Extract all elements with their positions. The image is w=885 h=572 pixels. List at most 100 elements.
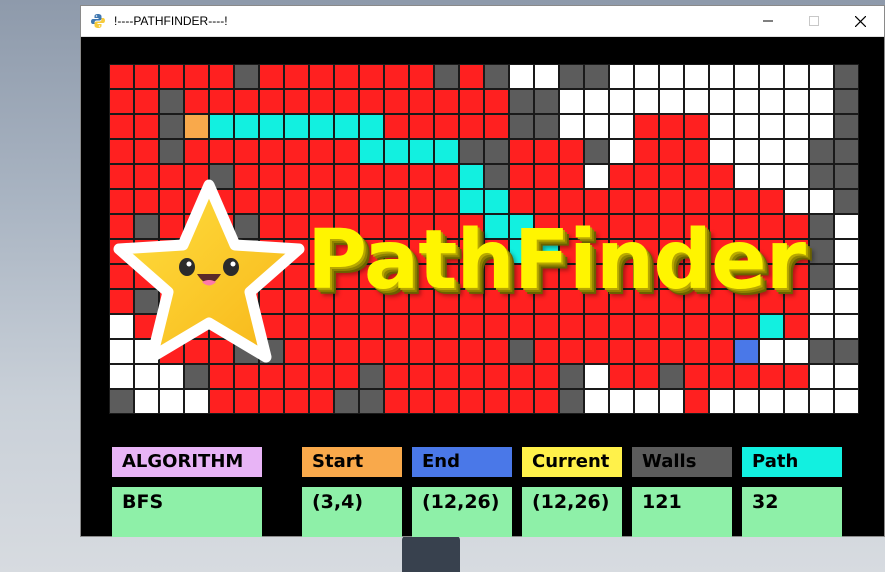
grid-cell-visited[interactable] xyxy=(359,164,384,189)
grid-cell-wall[interactable] xyxy=(459,139,484,164)
grid-cell-empty[interactable] xyxy=(834,264,859,289)
grid-cell-visited[interactable] xyxy=(659,139,684,164)
grid-cell-empty[interactable] xyxy=(559,114,584,139)
grid-cell-empty[interactable] xyxy=(609,89,634,114)
grid-cell-wall[interactable] xyxy=(484,139,509,164)
grid-cell-visited[interactable] xyxy=(209,364,234,389)
grid-cell-visited[interactable] xyxy=(709,314,734,339)
grid-cell-visited[interactable] xyxy=(559,339,584,364)
grid-cell-empty[interactable] xyxy=(784,89,809,114)
grid-cell-empty[interactable] xyxy=(734,64,759,89)
grid-cell-wall[interactable] xyxy=(834,189,859,214)
grid-cell-start[interactable] xyxy=(184,114,209,139)
grid-cell-visited[interactable] xyxy=(259,389,284,414)
grid-cell-empty[interactable] xyxy=(784,389,809,414)
grid-cell-path[interactable] xyxy=(209,114,234,139)
grid-cell-empty[interactable] xyxy=(759,389,784,414)
grid-cell-wall[interactable] xyxy=(509,339,534,364)
grid-cell-visited[interactable] xyxy=(284,64,309,89)
grid-cell-visited[interactable] xyxy=(509,389,534,414)
grid-cell-wall[interactable] xyxy=(559,389,584,414)
grid-cell-wall[interactable] xyxy=(809,264,834,289)
grid-cell-visited[interactable] xyxy=(384,114,409,139)
grid-cell-visited[interactable] xyxy=(409,64,434,89)
grid-cell-wall[interactable] xyxy=(834,89,859,114)
grid-cell-visited[interactable] xyxy=(684,139,709,164)
grid-cell-empty[interactable] xyxy=(534,64,559,89)
grid-cell-visited[interactable] xyxy=(434,164,459,189)
grid-cell-visited[interactable] xyxy=(409,89,434,114)
grid-cell-visited[interactable] xyxy=(184,89,209,114)
grid-cell-visited[interactable] xyxy=(634,339,659,364)
grid-cell-visited[interactable] xyxy=(659,114,684,139)
grid-cell-path[interactable] xyxy=(359,114,384,139)
grid-cell-visited[interactable] xyxy=(459,389,484,414)
grid-cell-visited[interactable] xyxy=(309,139,334,164)
grid-cell-visited[interactable] xyxy=(559,189,584,214)
grid-cell-visited[interactable] xyxy=(634,314,659,339)
grid-cell-wall[interactable] xyxy=(234,64,259,89)
grid-cell-empty[interactable] xyxy=(809,64,834,89)
grid-cell-wall[interactable] xyxy=(484,64,509,89)
grid-cell-visited[interactable] xyxy=(309,389,334,414)
grid-cell-visited[interactable] xyxy=(759,189,784,214)
grid-cell-wall[interactable] xyxy=(534,114,559,139)
grid-cell-visited[interactable] xyxy=(184,64,209,89)
grid-cell-visited[interactable] xyxy=(484,89,509,114)
grid-cell-empty[interactable] xyxy=(684,64,709,89)
grid-cell-visited[interactable] xyxy=(509,139,534,164)
grid-cell-visited[interactable] xyxy=(109,114,134,139)
grid-cell-visited[interactable] xyxy=(684,114,709,139)
grid-cell-visited[interactable] xyxy=(334,189,359,214)
grid-cell-empty[interactable] xyxy=(734,89,759,114)
grid-cell-empty[interactable] xyxy=(709,139,734,164)
grid-cell-visited[interactable] xyxy=(509,164,534,189)
grid-cell-visited[interactable] xyxy=(684,339,709,364)
grid-cell-path[interactable] xyxy=(459,164,484,189)
grid-cell-visited[interactable] xyxy=(109,64,134,89)
grid-cell-visited[interactable] xyxy=(309,339,334,364)
grid-cell-wall[interactable] xyxy=(809,239,834,264)
grid-cell-wall[interactable] xyxy=(109,389,134,414)
grid-cell-empty[interactable] xyxy=(709,114,734,139)
grid-cell-empty[interactable] xyxy=(834,314,859,339)
grid-cell-visited[interactable] xyxy=(359,64,384,89)
grid-cell-empty[interactable] xyxy=(734,114,759,139)
grid-cell-wall[interactable] xyxy=(834,64,859,89)
grid-cell-empty[interactable] xyxy=(134,364,159,389)
grid-cell-visited[interactable] xyxy=(459,364,484,389)
grid-cell-visited[interactable] xyxy=(184,139,209,164)
grid-cell-visited[interactable] xyxy=(309,64,334,89)
grid-cell-visited[interactable] xyxy=(709,164,734,189)
grid-cell-visited[interactable] xyxy=(134,64,159,89)
grid-cell-visited[interactable] xyxy=(334,364,359,389)
grid-cell-empty[interactable] xyxy=(109,364,134,389)
pygame-canvas[interactable]: PathFinder ALGORITHM BFS Start (3,4) End… xyxy=(81,37,884,537)
grid-cell-path[interactable] xyxy=(284,114,309,139)
grid-cell-visited[interactable] xyxy=(209,64,234,89)
grid-cell-visited[interactable] xyxy=(509,364,534,389)
title-bar[interactable]: !----PATHFINDER----! xyxy=(81,6,884,37)
grid-cell-visited[interactable] xyxy=(409,189,434,214)
grid-cell-visited[interactable] xyxy=(409,389,434,414)
grid-cell-empty[interactable] xyxy=(609,114,634,139)
grid-cell-empty[interactable] xyxy=(759,89,784,114)
grid-cell-path[interactable] xyxy=(384,139,409,164)
grid-cell-wall[interactable] xyxy=(159,114,184,139)
grid-cell-end[interactable] xyxy=(734,339,759,364)
grid-cell-empty[interactable] xyxy=(609,64,634,89)
grid-cell-empty[interactable] xyxy=(684,89,709,114)
grid-cell-visited[interactable] xyxy=(684,164,709,189)
grid-cell-visited[interactable] xyxy=(359,189,384,214)
minimize-button[interactable] xyxy=(745,6,791,36)
grid-cell-empty[interactable] xyxy=(809,189,834,214)
grid-cell-empty[interactable] xyxy=(659,389,684,414)
grid-cell-empty[interactable] xyxy=(634,89,659,114)
grid-cell-wall[interactable] xyxy=(659,364,684,389)
grid-cell-wall[interactable] xyxy=(834,114,859,139)
grid-cell-visited[interactable] xyxy=(459,114,484,139)
grid-cell-visited[interactable] xyxy=(459,89,484,114)
grid-cell-wall[interactable] xyxy=(184,364,209,389)
grid-cell-empty[interactable] xyxy=(709,64,734,89)
grid-cell-empty[interactable] xyxy=(834,239,859,264)
